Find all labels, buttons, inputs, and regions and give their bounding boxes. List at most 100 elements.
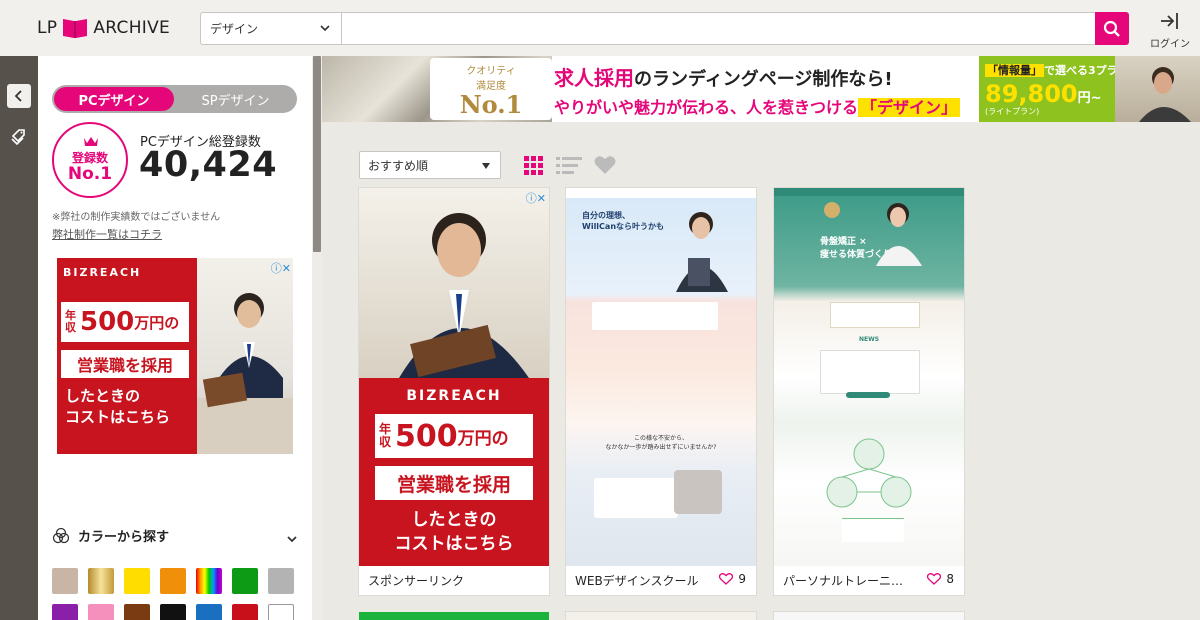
banner-price-panel: 「情報量」 で選べる3プラン 89,800円~ (ライトプラン) (979, 56, 1129, 122)
banner-line2-b: 「デザイン」 (858, 98, 961, 117)
ad-info-icon[interactable]: ⓘ✕ (271, 260, 291, 276)
lp-card-sponsor[interactable]: ⓘ✕ BIZREACH 年収 500 万円の 営業職を採用 したときの コストは… (359, 188, 549, 595)
registration-badge: 登録数 No.1 (52, 122, 128, 198)
card-thumbnail[interactable]: ⓘ✕ BIZREACH 年収 500 万円の 営業職を採用 したときの コストは… (359, 188, 549, 566)
color-swatch-green[interactable] (232, 568, 258, 594)
tab-sp-design[interactable]: SPデザイン (176, 87, 295, 111)
preview-award-icon (824, 202, 840, 218)
color-swatch-beige[interactable] (52, 568, 78, 594)
card-ad-line-big: 500 (395, 418, 458, 454)
banner-plan: 「情報量」 で選べる3プラン (985, 62, 1129, 78)
device-toggle: PCデザイン SPデザイン (52, 85, 297, 113)
color-swatch-orange[interactable] (160, 568, 186, 594)
sort-select[interactable]: おすすめ順 (359, 151, 501, 179)
lp-card-personal-training[interactable]: 骨盤矯正 × 痩せる体質づくり NEWS パーソナルトレーニ… 8 (774, 188, 964, 595)
preview-news: NEWS (858, 336, 880, 343)
card-title: スポンサーリンク (368, 574, 465, 588)
preview-person (876, 203, 922, 266)
preview-more-button (846, 392, 890, 398)
tag-icon[interactable] (9, 128, 29, 152)
quality-badge: クオリティ 満足度 No.1 (430, 58, 552, 120)
left-rail (0, 56, 38, 620)
next-row-card[interactable] (359, 612, 549, 620)
card-ad-salary-box: 年収 500 万円の (375, 414, 533, 458)
banner-price: 89,800円~ (985, 80, 1115, 108)
ad-photo (197, 258, 293, 454)
category-select[interactable]: デザイン (200, 12, 341, 45)
color-swatch-brown[interactable] (124, 604, 150, 620)
color-swatch-red[interactable] (232, 604, 258, 620)
book-logo-icon (61, 17, 89, 39)
card-title: パーソナルトレーニ… (783, 574, 904, 588)
banner-person-photo (1115, 56, 1200, 122)
next-row-card[interactable] (774, 612, 964, 620)
search-button[interactable] (1095, 12, 1129, 45)
total-count: 40,424 (139, 145, 278, 185)
preview-nav (566, 188, 756, 198)
works-link[interactable]: 弊社制作一覧はコチラ (52, 226, 162, 242)
preview-circles (826, 438, 912, 508)
tab-pc-design[interactable]: PCデザイン (54, 87, 174, 111)
sidebar-ad[interactable]: BIZREACH 年収 500 万円の 営業職を採用 したときの コストはこちら (57, 258, 293, 454)
preview-hero-line1: 自分の理想、 (582, 211, 630, 220)
logo-text-left: LP (37, 18, 58, 38)
card-title: WEBデザインスクール (575, 574, 699, 588)
color-swatch-purple[interactable] (52, 604, 78, 620)
banner-line2-a: やりがいや魅力が伝わる、人を惹きつける (554, 98, 859, 117)
card-ad-brand: BIZREACH (406, 388, 502, 404)
card-ad-line-small: 年収 (379, 422, 392, 449)
preview-mid-line1: この様な不安から、 (633, 435, 688, 442)
preview-mid-text: この様な不安から、 なかなか一歩が踏み出せずにいませんか? (566, 434, 756, 452)
color-section-header[interactable]: カラーから探す (52, 526, 169, 545)
list-view-icon[interactable] (556, 156, 582, 180)
card-thumbnail[interactable]: 骨盤矯正 × 痩せる体質づくり NEWS (774, 188, 964, 566)
banner-line1-a: 求人採用 (554, 66, 634, 90)
like-button[interactable]: 9 (719, 572, 746, 586)
favorites-heart-icon[interactable] (594, 155, 616, 179)
dropdown-triangle-icon (482, 163, 490, 169)
color-swatch-black[interactable] (160, 604, 186, 620)
preview-campaign-box (830, 302, 920, 328)
sidebar-scrollbar-thumb[interactable] (313, 56, 321, 252)
badge-no1: No.1 (459, 90, 523, 119)
ad-brand: BIZREACH (63, 266, 142, 279)
ad-choices-icon[interactable]: ⓘ✕ (526, 190, 546, 206)
disclaimer-note: ※弊社の制作実績数ではございません (52, 212, 221, 223)
preview-news-list (820, 350, 920, 394)
lp-card-web-school[interactable]: 自分の理想、 WillCanなら叶うかも この様な不安から、 なかなか一歩が踏み… (566, 188, 756, 595)
color-swatch-white[interactable] (268, 604, 294, 620)
login-button[interactable]: ログイン (1148, 11, 1192, 50)
search-input[interactable] (341, 12, 1096, 45)
site-logo[interactable]: LP ARCHIVE (37, 17, 170, 39)
preview-nav (774, 188, 964, 196)
login-icon (1161, 13, 1178, 29)
heart-outline-icon (719, 573, 734, 585)
like-button[interactable]: 8 (927, 572, 954, 586)
search-icon (1103, 20, 1120, 37)
ad-line3: したときの (65, 387, 141, 405)
promo-banner[interactable]: クオリティ 満足度 No.1 求人採用のランディングページ制作なら! やりがいや… (322, 56, 1200, 122)
grid-view-icon[interactable] (524, 156, 544, 180)
chevron-down-icon[interactable] (286, 529, 298, 548)
color-swatch-blue[interactable] (196, 604, 222, 620)
card-thumbnail[interactable]: 自分の理想、 WillCanなら叶うかも この様な不安から、 なかなか一歩が踏み… (566, 188, 756, 566)
login-label: ログイン (1150, 39, 1190, 50)
preview-photo (674, 470, 722, 514)
banner-price-unit: 円~ (1077, 91, 1102, 106)
ad-line4: コストはこちら (65, 408, 171, 426)
card-ad-line3: したときの (411, 510, 497, 530)
sidebar: PCデザイン SPデザイン 登録数 No.1 PCデザイン総登録数 40,424… (38, 56, 312, 620)
card-ad-line-unit: 万円の (457, 428, 509, 449)
site-header: LP ARCHIVE デザイン ログイン (0, 0, 1200, 56)
color-section-title: カラーから探す (78, 530, 170, 545)
color-swatch-gray[interactable] (268, 568, 294, 594)
color-swatch-rainbow[interactable] (196, 568, 222, 594)
preview-list (842, 518, 904, 542)
color-swatch-pink[interactable] (88, 604, 114, 620)
ad-line-unit: 万円の (134, 313, 180, 332)
preview-cta-box (592, 302, 718, 330)
color-swatch-gold[interactable] (88, 568, 114, 594)
collapse-sidebar-button[interactable] (7, 84, 31, 108)
next-row-card[interactable] (566, 612, 756, 620)
color-swatch-yellow[interactable] (124, 568, 150, 594)
